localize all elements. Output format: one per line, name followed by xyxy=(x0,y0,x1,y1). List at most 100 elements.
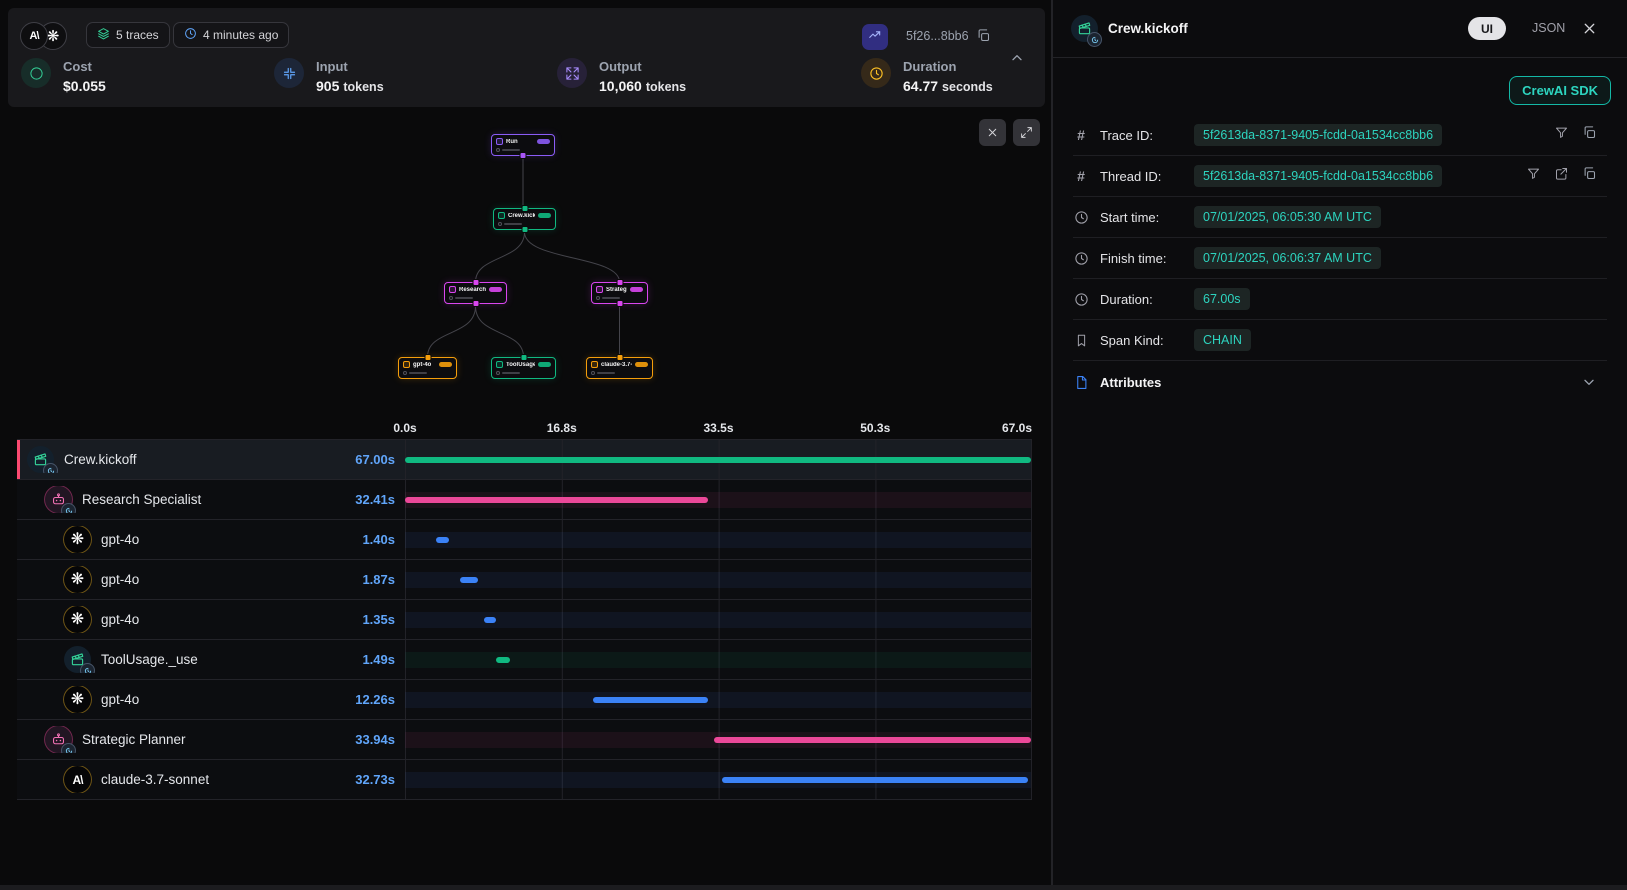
openai-icon: ❋ xyxy=(64,606,91,633)
span-bar[interactable] xyxy=(722,777,1028,783)
agentops-badge-icon xyxy=(80,663,95,673)
field-value[interactable]: 07/01/2025, 06:05:30 AM UTC xyxy=(1194,206,1381,228)
span-track xyxy=(405,572,1031,588)
close-graph-button[interactable] xyxy=(979,119,1006,146)
node-handle xyxy=(424,354,431,361)
span-bar[interactable] xyxy=(436,537,449,543)
span-duration: 32.41s xyxy=(329,492,395,507)
trace-graph-canvas[interactable]: Run Crew.kickoff Research Speciali... Strat… xyxy=(8,109,1045,401)
node-sub-text xyxy=(504,223,522,225)
filter-icon[interactable] xyxy=(1526,166,1541,186)
bottom-scrollbar-track[interactable] xyxy=(0,885,1627,890)
span-bar[interactable] xyxy=(405,497,708,503)
span-duration: 1.35s xyxy=(329,612,395,627)
expand-graph-button[interactable] xyxy=(1013,119,1040,146)
span-bar[interactable] xyxy=(496,657,510,663)
node-sub-icon xyxy=(496,148,500,152)
field-label: Span Kind: xyxy=(1100,333,1182,348)
metric-unit: tokens xyxy=(343,80,383,94)
field-label: Trace ID: xyxy=(1100,128,1182,143)
node-type-icon xyxy=(498,212,505,219)
graph-node-research[interactable]: Research Speciali... xyxy=(444,282,507,304)
hash-icon: # xyxy=(1073,168,1089,184)
graph-node-gpt[interactable]: gpt-4o xyxy=(398,357,457,379)
field-value[interactable]: 07/01/2025, 06:06:37 AM UTC xyxy=(1194,247,1381,269)
waterfall-row[interactable]: ❋gpt-4o12.26s xyxy=(17,680,1032,720)
field-value[interactable]: CHAIN xyxy=(1194,329,1251,351)
openai-icon: ❋ xyxy=(47,29,60,44)
field-value[interactable]: 5f2613da-8371-9405-fcdd-0a1534cc8bb6 xyxy=(1194,165,1442,187)
span-name: ToolUsage._use xyxy=(101,652,198,667)
node-handle xyxy=(616,354,623,361)
tab-ui[interactable]: UI xyxy=(1468,17,1506,40)
metric-value: 905 xyxy=(316,78,339,94)
copy-icon[interactable] xyxy=(1582,166,1597,186)
dollar-icon xyxy=(21,58,51,88)
span-bar[interactable] xyxy=(484,617,497,623)
waterfall-row[interactable]: ❋gpt-4o1.87s xyxy=(17,560,1032,600)
graph-node-tool[interactable]: ToolUsage._use xyxy=(491,357,556,379)
copy-trace-id-icon[interactable] xyxy=(976,28,991,43)
metric-value: 64.77 xyxy=(903,78,938,94)
chevron-down-icon[interactable] xyxy=(1581,374,1597,390)
waterfall-row[interactable]: A\claude-3.7-sonnet32.73s xyxy=(17,760,1032,800)
node-handle xyxy=(521,226,528,233)
traces-count-badge[interactable]: 5 traces xyxy=(86,22,170,48)
graph-node-strategic[interactable]: Strategic Planner xyxy=(591,282,648,304)
sdk-badge: CrewAI SDK xyxy=(1509,76,1611,105)
waterfall-row[interactable]: Research Specialist32.41s xyxy=(17,480,1032,520)
field-label: Thread ID: xyxy=(1100,169,1182,184)
node-sub-icon xyxy=(403,371,407,375)
span-bar[interactable] xyxy=(460,577,477,583)
waterfall-row[interactable]: ❋gpt-4o1.35s xyxy=(17,600,1032,640)
crew-icon xyxy=(64,646,91,673)
field-actions xyxy=(1554,115,1597,155)
waterfall-row[interactable]: Strategic Planner33.94s xyxy=(17,720,1032,760)
span-bar[interactable] xyxy=(405,457,1031,463)
openai-icon: ❋ xyxy=(64,526,91,553)
detail-field-row: Duration:67.00s xyxy=(1073,279,1607,320)
copy-icon[interactable] xyxy=(1582,125,1597,145)
anthropic-icon: A\ xyxy=(64,766,91,793)
agent-icon xyxy=(45,486,72,513)
node-label: Strategic Planner xyxy=(606,287,627,293)
span-duration: 1.40s xyxy=(329,532,395,547)
graph-node-run[interactable]: Run xyxy=(491,134,555,156)
filter-icon[interactable] xyxy=(1554,125,1569,145)
time-axis: 0.0s16.8s33.5s50.3s67.0s xyxy=(17,421,1032,439)
node-handle xyxy=(521,205,528,212)
span-timeline xyxy=(405,560,1032,599)
graph-node-crew[interactable]: Crew.kickoff xyxy=(493,208,556,230)
panel-fields: # Trace ID: 5f2613da-8371-9405-fcdd-0a1534… xyxy=(1073,115,1607,403)
span-timeline xyxy=(405,520,1032,559)
graph-node-claude[interactable]: claude-3.7-sonnet xyxy=(586,357,653,379)
field-label: Start time: xyxy=(1100,210,1182,225)
node-label: gpt-4o xyxy=(413,362,431,368)
metric-output: Output 10,060tokens xyxy=(557,58,686,94)
external-link-icon[interactable] xyxy=(1554,166,1569,186)
span-track xyxy=(405,532,1031,548)
close-panel-icon[interactable] xyxy=(1581,20,1598,37)
metric-value: $0.055 xyxy=(63,78,106,94)
waterfall-row[interactable]: ToolUsage._use1.49s xyxy=(17,640,1032,680)
trace-age-label: 4 minutes ago xyxy=(203,28,278,42)
span-bar[interactable] xyxy=(714,737,1031,743)
trace-age-badge[interactable]: 4 minutes ago xyxy=(173,22,289,48)
waterfall-row[interactable]: Crew.kickoff67.00s xyxy=(17,440,1032,480)
node-type-icon xyxy=(596,286,603,293)
node-badge xyxy=(630,287,643,292)
node-label: Run xyxy=(506,139,518,145)
bookmark-icon xyxy=(1073,332,1089,348)
trace-activity-button[interactable] xyxy=(862,24,888,50)
node-handle xyxy=(520,152,527,159)
span-bar[interactable] xyxy=(593,697,708,703)
clock-icon xyxy=(861,58,891,88)
attributes-section-header[interactable]: Attributes xyxy=(1073,361,1607,403)
waterfall-row[interactable]: ❋gpt-4o1.40s xyxy=(17,520,1032,560)
collapse-metrics-chevron-icon[interactable] xyxy=(1009,50,1025,66)
detail-field-row: Span Kind: CHAIN xyxy=(1073,320,1607,361)
tab-json[interactable]: JSON xyxy=(1532,21,1565,35)
field-value[interactable]: 67.00s xyxy=(1194,288,1250,310)
node-label: claude-3.7-sonnet xyxy=(601,362,632,368)
field-value[interactable]: 5f2613da-8371-9405-fcdd-0a1534cc8bb6 xyxy=(1194,124,1442,146)
